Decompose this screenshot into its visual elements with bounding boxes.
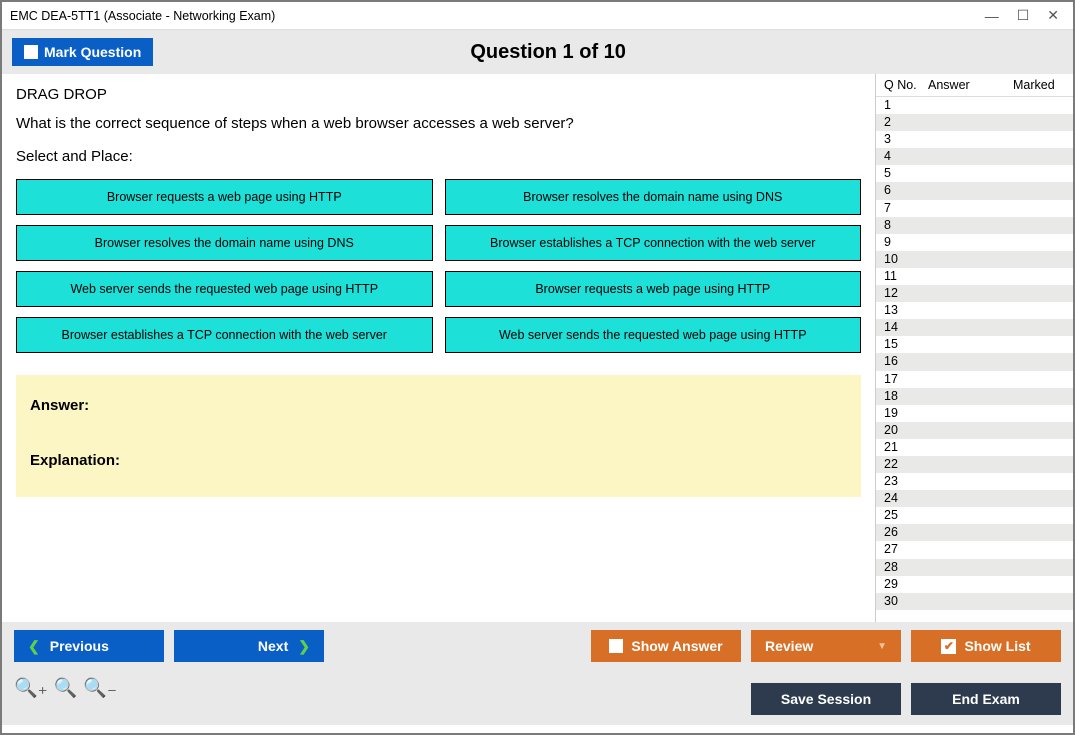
window-title: EMC DEA-5TT1 (Associate - Networking Exa… [10,9,985,23]
header-qno: Q No. [884,78,928,92]
question-list-row[interactable]: 30 [876,593,1073,610]
previous-label: Previous [50,638,109,654]
show-list-button[interactable]: ✔ Show List [911,630,1061,662]
question-list-row[interactable]: 20 [876,422,1073,439]
close-icon[interactable]: ✕ [1047,7,1059,24]
question-type: DRAG DROP [16,86,861,103]
zoom-out-icon[interactable]: 🔍₋ [83,676,117,700]
question-list-row[interactable]: 9 [876,234,1073,251]
save-session-button[interactable]: Save Session [751,683,901,715]
drag-item[interactable]: Web server sends the requested web page … [16,271,433,307]
header-bar: Mark Question Question 1 of 10 [2,30,1073,74]
zoom-in-icon[interactable]: 🔍₊ [14,676,48,700]
answer-explanation-box: Answer: Explanation: [16,375,861,497]
question-list-header: Q No. Answer Marked [876,74,1073,97]
zoom-reset-icon[interactable]: 🔍 [54,676,78,700]
main-area: DRAG DROP What is the correct sequence o… [2,74,1073,622]
question-list-row[interactable]: 8 [876,217,1073,234]
question-list-row[interactable]: 3 [876,131,1073,148]
drag-item[interactable]: Browser resolves the domain name using D… [445,179,862,215]
question-list-row[interactable]: 25 [876,507,1073,524]
maximize-icon[interactable]: ☐ [1017,7,1030,24]
drag-item[interactable]: Browser resolves the domain name using D… [16,225,433,261]
question-list-row[interactable]: 6 [876,182,1073,199]
end-exam-label: End Exam [952,691,1020,707]
chevron-down-icon: ▼ [877,641,887,652]
drag-item[interactable]: Browser requests a web page using HTTP [445,271,862,307]
question-list-row[interactable]: 22 [876,456,1073,473]
question-list-panel: Q No. Answer Marked 12345678910111213141… [875,74,1073,622]
previous-button[interactable]: ❮ Previous [14,630,164,662]
mark-question-button[interactable]: Mark Question [12,38,153,66]
footer-bar: ❮ Previous Next ❯ Show Answer Review ▼ ✔… [2,622,1073,725]
question-list-row[interactable]: 28 [876,559,1073,576]
question-list-row[interactable]: 17 [876,371,1073,388]
footer-secondary-row: Save Session End Exam [751,683,1061,715]
question-list-row[interactable]: 15 [876,336,1073,353]
mark-checkbox-icon [24,45,38,59]
question-counter: Question 1 of 10 [153,41,943,64]
question-list-row[interactable]: 1 [876,97,1073,114]
minimize-icon[interactable]: — [985,8,999,24]
drag-item[interactable]: Web server sends the requested web page … [445,317,862,353]
question-list-row[interactable]: 5 [876,165,1073,182]
answer-label: Answer: [30,397,847,414]
question-list-row[interactable]: 11 [876,268,1073,285]
mark-question-label: Mark Question [44,44,141,60]
question-list-row[interactable]: 12 [876,285,1073,302]
question-list-row[interactable]: 27 [876,541,1073,558]
question-list-row[interactable]: 23 [876,473,1073,490]
header-answer: Answer [928,78,1013,92]
question-list-row[interactable]: 4 [876,148,1073,165]
question-list[interactable]: 1234567891011121314151617181920212223242… [876,97,1073,622]
checkbox-icon [609,639,623,653]
checked-icon: ✔ [941,639,956,654]
drag-item[interactable]: Browser requests a web page using HTTP [16,179,433,215]
review-dropdown[interactable]: Review ▼ [751,630,901,662]
footer-buttons-row: ❮ Previous Next ❯ Show Answer Review ▼ ✔… [14,630,1061,662]
show-list-label: Show List [964,638,1030,654]
question-list-row[interactable]: 18 [876,388,1073,405]
drag-source-column: Browser requests a web page using HTTP B… [16,179,433,353]
title-bar: EMC DEA-5TT1 (Associate - Networking Exa… [2,2,1073,30]
save-session-label: Save Session [781,691,871,707]
drag-item[interactable]: Browser establishes a TCP connection wit… [445,225,862,261]
end-exam-button[interactable]: End Exam [911,683,1061,715]
show-answer-button[interactable]: Show Answer [591,630,741,662]
question-list-row[interactable]: 19 [876,405,1073,422]
explanation-label: Explanation: [30,452,847,469]
drag-drop-area: Browser requests a web page using HTTP B… [16,179,861,353]
select-and-place-label: Select and Place: [16,148,861,165]
header-marked: Marked [1013,78,1069,92]
question-list-row[interactable]: 26 [876,524,1073,541]
question-list-row[interactable]: 16 [876,353,1073,370]
next-button[interactable]: Next ❯ [174,630,324,662]
window-controls: — ☐ ✕ [985,7,1065,24]
review-label: Review [765,638,813,654]
drag-item[interactable]: Browser establishes a TCP connection wit… [16,317,433,353]
chevron-right-icon: ❯ [298,638,310,655]
show-answer-label: Show Answer [631,638,722,654]
question-list-row[interactable]: 24 [876,490,1073,507]
question-text: What is the correct sequence of steps wh… [16,115,861,132]
question-content: DRAG DROP What is the correct sequence o… [2,74,875,622]
question-list-row[interactable]: 14 [876,319,1073,336]
question-list-row[interactable]: 13 [876,302,1073,319]
drag-target-column: Browser resolves the domain name using D… [445,179,862,353]
question-list-row[interactable]: 7 [876,200,1073,217]
question-list-row[interactable]: 29 [876,576,1073,593]
chevron-left-icon: ❮ [28,638,40,655]
next-label: Next [258,638,288,654]
question-list-row[interactable]: 2 [876,114,1073,131]
question-list-row[interactable]: 10 [876,251,1073,268]
question-list-row[interactable]: 21 [876,439,1073,456]
